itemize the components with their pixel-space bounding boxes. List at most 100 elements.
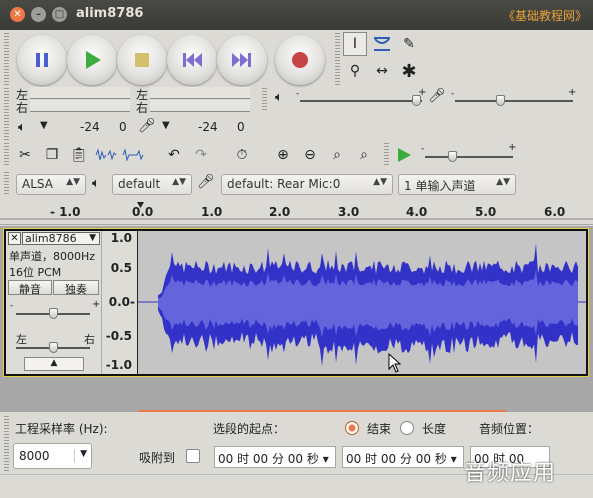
- host-value: ALSA: [22, 177, 53, 191]
- selection-end-time[interactable]: 00 时 00 分 00 秒 ▾: [342, 446, 464, 468]
- cut-icon[interactable]: ✂: [13, 143, 37, 167]
- output-device-value: default: [118, 177, 161, 191]
- timeshift-tool-icon[interactable]: ↔: [370, 59, 394, 83]
- ruler-tick: 1.0: [201, 205, 223, 219]
- ruler-tick: 2.0: [269, 205, 291, 219]
- play-meter-right: [30, 100, 130, 112]
- solo-button[interactable]: 独奏: [53, 280, 99, 296]
- window-maximize-button[interactable]: □: [52, 7, 67, 22]
- input-volume-slider[interactable]: [496, 95, 505, 106]
- play-button[interactable]: [67, 35, 117, 85]
- speaker-icon: 🔈︎: [18, 120, 26, 135]
- undo-icon[interactable]: ↶: [162, 143, 186, 167]
- rec-meter-right-label: 右: [136, 101, 149, 115]
- play-meter-menu-icon[interactable]: ▼: [40, 120, 48, 131]
- tools-grip[interactable]: [335, 33, 340, 85]
- output-device-select[interactable]: default ▲▼: [112, 174, 192, 195]
- trim-icon[interactable]: [94, 143, 118, 167]
- playspeed-grip[interactable]: [384, 143, 389, 167]
- input-max-mark: +: [568, 87, 577, 98]
- gain-min-mark: -: [10, 301, 14, 311]
- input-device-value: default: Rear Mic:0: [227, 177, 341, 191]
- ruler-tick: - 1.0: [50, 205, 81, 219]
- scale-label: 0.0-: [108, 295, 135, 309]
- speed-slider[interactable]: [448, 151, 457, 162]
- track-close-icon[interactable]: ✕: [8, 232, 21, 245]
- pan-left-label: 左: [16, 333, 27, 346]
- stop-icon: [135, 53, 149, 67]
- host-select[interactable]: ALSA ▲▼: [16, 174, 86, 195]
- mute-button[interactable]: 静音: [8, 280, 52, 296]
- meter-grip[interactable]: [4, 88, 9, 140]
- play-meter-left: [30, 87, 130, 99]
- track-menu-arrow-icon: ▼: [89, 233, 96, 243]
- skip-end-icon: [232, 53, 251, 67]
- rate-value: 8000: [19, 449, 50, 463]
- device-grip[interactable]: [4, 172, 9, 196]
- track-info-line1: 单声道，8000Hz: [9, 250, 96, 263]
- gain-slider[interactable]: [49, 308, 58, 319]
- selection-start-time[interactable]: 00 时 00 分 00 秒 ▾: [214, 446, 336, 468]
- pan-slider[interactable]: [49, 342, 58, 353]
- fit-project-icon[interactable]: ⌕: [352, 143, 376, 167]
- copy-icon[interactable]: ❐: [40, 143, 64, 167]
- selection-grip[interactable]: [4, 416, 9, 472]
- stop-button[interactable]: [117, 35, 167, 85]
- track-control-panel: ✕ alim8786 ▼ 单声道，8000Hz 16位 PCM 静音 独奏 - +…: [6, 231, 102, 374]
- window-minimize-button[interactable]: –: [31, 7, 46, 22]
- snap-checkbox[interactable]: [186, 449, 200, 463]
- rec-meter-left: [150, 87, 250, 99]
- amplitude-scale[interactable]: 1.0 0.5 0.0- -0.5 -1.0: [102, 231, 138, 374]
- pause-button[interactable]: [17, 35, 67, 85]
- zoom-in-icon[interactable]: ⊕: [271, 143, 295, 167]
- input-device-select[interactable]: default: Rear Mic:0 ▲▼: [221, 174, 393, 195]
- timeline-ruler[interactable]: [0, 199, 593, 225]
- collapse-track-button[interactable]: ▲: [24, 357, 84, 371]
- input-device-icon: 🎤︎: [197, 174, 215, 190]
- output-volume-slider[interactable]: [412, 95, 421, 106]
- mouse-cursor-icon: [388, 352, 402, 376]
- play-icon: [86, 51, 101, 69]
- scale-label: 0.5: [110, 261, 132, 275]
- play-at-speed-icon: [398, 148, 411, 162]
- mixer-grip[interactable]: [262, 88, 267, 110]
- toolbar-grip[interactable]: [4, 33, 9, 85]
- track-name-button[interactable]: alim8786 ▼: [22, 232, 100, 245]
- window-close-button[interactable]: ✕: [10, 7, 25, 22]
- fit-selection-icon[interactable]: ⌕: [325, 143, 349, 167]
- zoom-out-icon[interactable]: ⊖: [298, 143, 322, 167]
- silence-icon[interactable]: [121, 143, 145, 167]
- gain-max-mark: +: [92, 299, 101, 310]
- envelope-tool-icon[interactable]: [370, 32, 394, 56]
- skip-end-button[interactable]: [217, 35, 267, 85]
- scale-label: 1.0: [110, 231, 132, 245]
- rec-meter-menu-icon[interactable]: ▼: [162, 120, 170, 131]
- ruler-tick: 4.0: [406, 205, 428, 219]
- multi-tool-icon[interactable]: ✱: [397, 59, 421, 83]
- record-button[interactable]: [275, 35, 325, 85]
- length-radio[interactable]: [400, 421, 414, 435]
- paste-icon[interactable]: 📋︎: [67, 143, 91, 167]
- redo-icon[interactable]: ↷: [189, 143, 213, 167]
- play-at-speed-button[interactable]: [392, 143, 416, 167]
- rate-combo[interactable]: 8000 ▼: [13, 443, 92, 469]
- end-radio[interactable]: [345, 421, 359, 435]
- pause-icon: [36, 53, 48, 67]
- empty-track-area[interactable]: [0, 378, 593, 412]
- input-min-mark: -: [451, 89, 455, 99]
- end-label: 结束: [367, 422, 392, 436]
- watermark: 音频应用: [464, 461, 557, 486]
- channels-select[interactable]: 1 单输入声道 ▲▼: [398, 174, 516, 195]
- skip-start-button[interactable]: [167, 35, 217, 85]
- sync-lock-icon[interactable]: ⏱︎: [230, 143, 254, 167]
- waveform-view[interactable]: [138, 231, 586, 374]
- edit-grip[interactable]: [4, 143, 9, 167]
- selection-tool-icon[interactable]: I: [343, 32, 367, 56]
- ruler-tick: 0.0: [132, 205, 154, 219]
- mic-icon: 🎤︎: [138, 118, 156, 134]
- ruler-tick: 3.0: [338, 205, 360, 219]
- draw-tool-icon[interactable]: ✎: [397, 32, 421, 56]
- rec-meter-right: [150, 100, 250, 112]
- output-volume-track: [300, 100, 422, 102]
- zoom-tool-icon[interactable]: ⚲: [343, 59, 367, 83]
